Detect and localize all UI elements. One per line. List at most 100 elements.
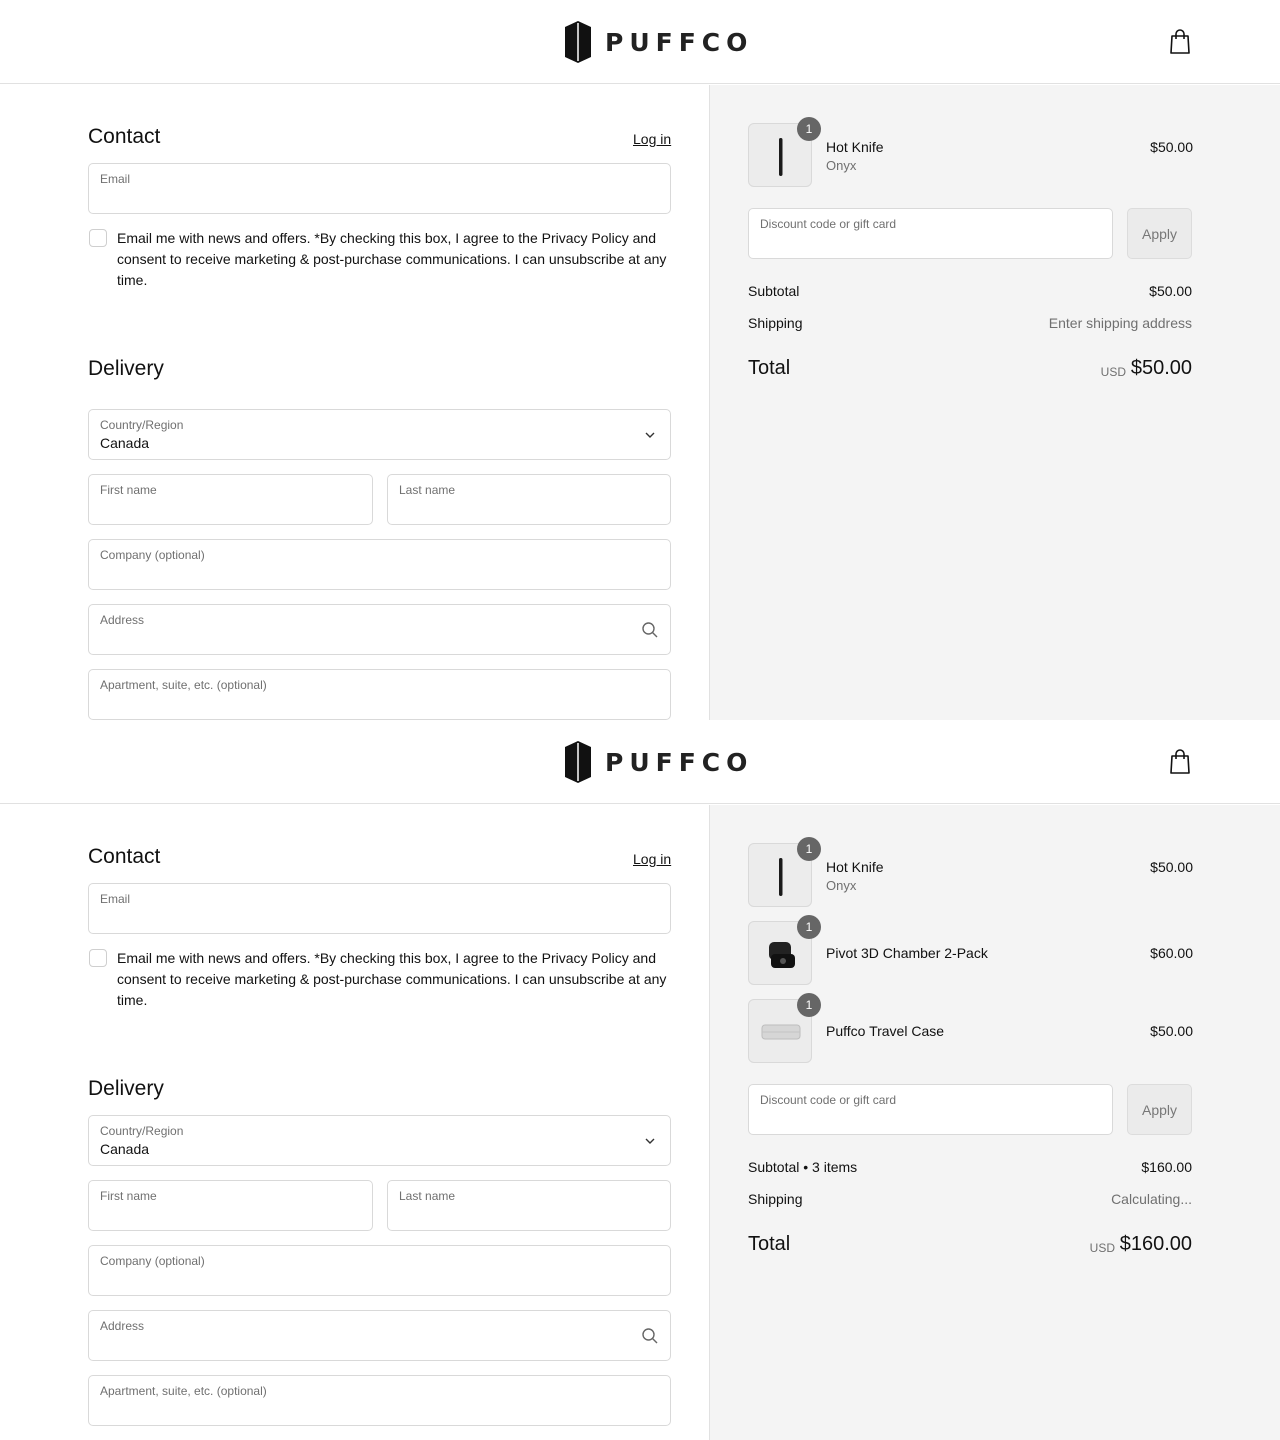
- cart-item: 1 Hot Knife Onyx $50.00: [748, 117, 1193, 187]
- shopping-bag-icon[interactable]: [1168, 29, 1192, 55]
- apply-button[interactable]: Apply: [1127, 208, 1192, 259]
- email-field[interactable]: Email: [88, 163, 671, 214]
- shipping-row: Shipping Enter shipping address: [748, 315, 1192, 335]
- item-price: $50.00: [1150, 1023, 1193, 1039]
- delivery-heading: Delivery: [88, 357, 164, 380]
- item-price: $50.00: [1150, 139, 1193, 155]
- company-field[interactable]: Company (optional): [88, 539, 671, 590]
- delivery-heading: Delivery: [88, 1077, 164, 1100]
- newsletter-checkbox[interactable]: [89, 949, 107, 967]
- login-link[interactable]: Log in: [633, 131, 671, 147]
- currency-code: USD: [1089, 1241, 1115, 1255]
- shopping-bag-icon[interactable]: [1168, 749, 1192, 775]
- shipping-row: Shipping Calculating...: [748, 1191, 1192, 1211]
- discount-code-input[interactable]: Discount code or gift card: [748, 1084, 1113, 1135]
- brand-logo[interactable]: PUFFCO: [565, 741, 753, 783]
- total-label: Total: [748, 357, 791, 379]
- country-select[interactable]: Country/Region Canada: [88, 1115, 671, 1166]
- address-field[interactable]: Address: [88, 1310, 671, 1361]
- shipping-label: Shipping: [748, 315, 803, 331]
- subtotal-value: $50.00: [1149, 283, 1192, 299]
- discount-label: Discount code or gift card: [760, 1093, 897, 1107]
- quantity-badge: 1: [797, 117, 821, 141]
- apartment-field[interactable]: Apartment, suite, etc. (optional): [88, 669, 671, 720]
- company-label: Company (optional): [100, 548, 205, 562]
- shipping-value: Enter shipping address: [1048, 315, 1192, 331]
- checkout-form: Contact Log in Email Email me with news …: [0, 85, 709, 720]
- product-image: 1: [748, 993, 821, 1063]
- subtotal-row: Subtotal • 3 items $160.00: [748, 1159, 1192, 1179]
- item-name: Hot Knife: [826, 139, 884, 155]
- checkout-screen-2: PUFFCO Contact Log in Email Email me wit…: [0, 720, 1280, 1440]
- apartment-label: Apartment, suite, etc. (optional): [100, 678, 267, 692]
- country-value: Canada: [100, 435, 150, 451]
- site-header: PUFFCO: [0, 720, 1280, 804]
- search-icon: [642, 622, 658, 638]
- chevron-down-icon: [645, 1138, 655, 1144]
- discount-label: Discount code or gift card: [760, 217, 897, 231]
- apply-button[interactable]: Apply: [1127, 1084, 1192, 1135]
- shipping-label: Shipping: [748, 1191, 803, 1207]
- apartment-label: Apartment, suite, etc. (optional): [100, 1384, 267, 1398]
- subtotal-row: Subtotal $50.00: [748, 283, 1192, 303]
- total-row: Total USD $50.00: [748, 357, 1192, 387]
- brand-name: PUFFCO: [605, 27, 754, 57]
- address-field[interactable]: Address: [88, 604, 671, 655]
- cart-item: 1 Hot Knife Onyx $50.00: [748, 837, 1193, 907]
- first-name-field[interactable]: First name: [88, 1180, 373, 1231]
- total-label: Total: [748, 1233, 791, 1255]
- site-header: PUFFCO: [0, 0, 1280, 84]
- company-field[interactable]: Company (optional): [88, 1245, 671, 1296]
- email-field[interactable]: Email: [88, 883, 671, 934]
- contact-heading: Contact: [88, 125, 161, 148]
- total-value: $50.00: [1130, 357, 1192, 379]
- item-variant: Onyx: [826, 158, 857, 173]
- newsletter-text: Email me with news and offers. *By check…: [117, 950, 667, 1008]
- puffco-logo-icon: [565, 21, 591, 63]
- product-image: 1: [748, 837, 821, 907]
- product-image: 1: [748, 915, 821, 985]
- quantity-badge: 1: [797, 837, 821, 861]
- discount-code-input[interactable]: Discount code or gift card: [748, 208, 1113, 259]
- subtotal-value: $160.00: [1141, 1159, 1192, 1175]
- cart-item: 1 Puffco Travel Case $50.00: [748, 993, 1193, 1063]
- product-image: 1: [748, 117, 821, 187]
- first-name-label: First name: [100, 483, 157, 497]
- login-link[interactable]: Log in: [633, 851, 671, 867]
- currency-code: USD: [1100, 365, 1126, 379]
- newsletter-text: Email me with news and offers. *By check…: [117, 230, 667, 288]
- checkout-form: Contact Log in Email Email me with news …: [0, 805, 709, 1440]
- last-name-field[interactable]: Last name: [387, 1180, 671, 1231]
- item-price: $60.00: [1150, 945, 1193, 961]
- order-summary: 1 Hot Knife Onyx $50.00 1 Pivot 3D Chamb…: [709, 805, 1280, 1440]
- subtotal-label: Subtotal • 3 items: [748, 1159, 858, 1175]
- subtotal-label: Subtotal: [748, 283, 800, 299]
- chevron-down-icon: [645, 432, 655, 438]
- country-value: Canada: [100, 1141, 150, 1157]
- quantity-badge: 1: [797, 915, 821, 939]
- address-label: Address: [100, 613, 145, 627]
- apartment-field[interactable]: Apartment, suite, etc. (optional): [88, 1375, 671, 1426]
- item-variant: Onyx: [826, 878, 857, 893]
- item-price: $50.00: [1150, 859, 1193, 875]
- brand-logo[interactable]: PUFFCO: [565, 21, 753, 63]
- shipping-value: Calculating...: [1111, 1191, 1192, 1207]
- item-name: Hot Knife: [826, 859, 884, 875]
- newsletter-checkbox[interactable]: [89, 229, 107, 247]
- brand-name: PUFFCO: [605, 747, 754, 777]
- email-field-label: Email: [100, 892, 131, 906]
- total-row: Total USD $160.00: [748, 1233, 1192, 1263]
- company-label: Company (optional): [100, 1254, 205, 1268]
- country-select[interactable]: Country/Region Canada: [88, 409, 671, 460]
- address-label: Address: [100, 1319, 145, 1333]
- search-icon: [642, 1328, 658, 1344]
- last-name-field[interactable]: Last name: [387, 474, 671, 525]
- first-name-field[interactable]: First name: [88, 474, 373, 525]
- last-name-label: Last name: [399, 483, 456, 497]
- contact-heading: Contact: [88, 845, 161, 868]
- country-label: Country/Region: [100, 1124, 184, 1138]
- email-field-label: Email: [100, 172, 131, 186]
- order-summary: 1 Hot Knife Onyx $50.00 Discount code or…: [709, 85, 1280, 720]
- cart-item: 1 Pivot 3D Chamber 2-Pack $60.00: [748, 915, 1193, 985]
- quantity-badge: 1: [797, 993, 821, 1017]
